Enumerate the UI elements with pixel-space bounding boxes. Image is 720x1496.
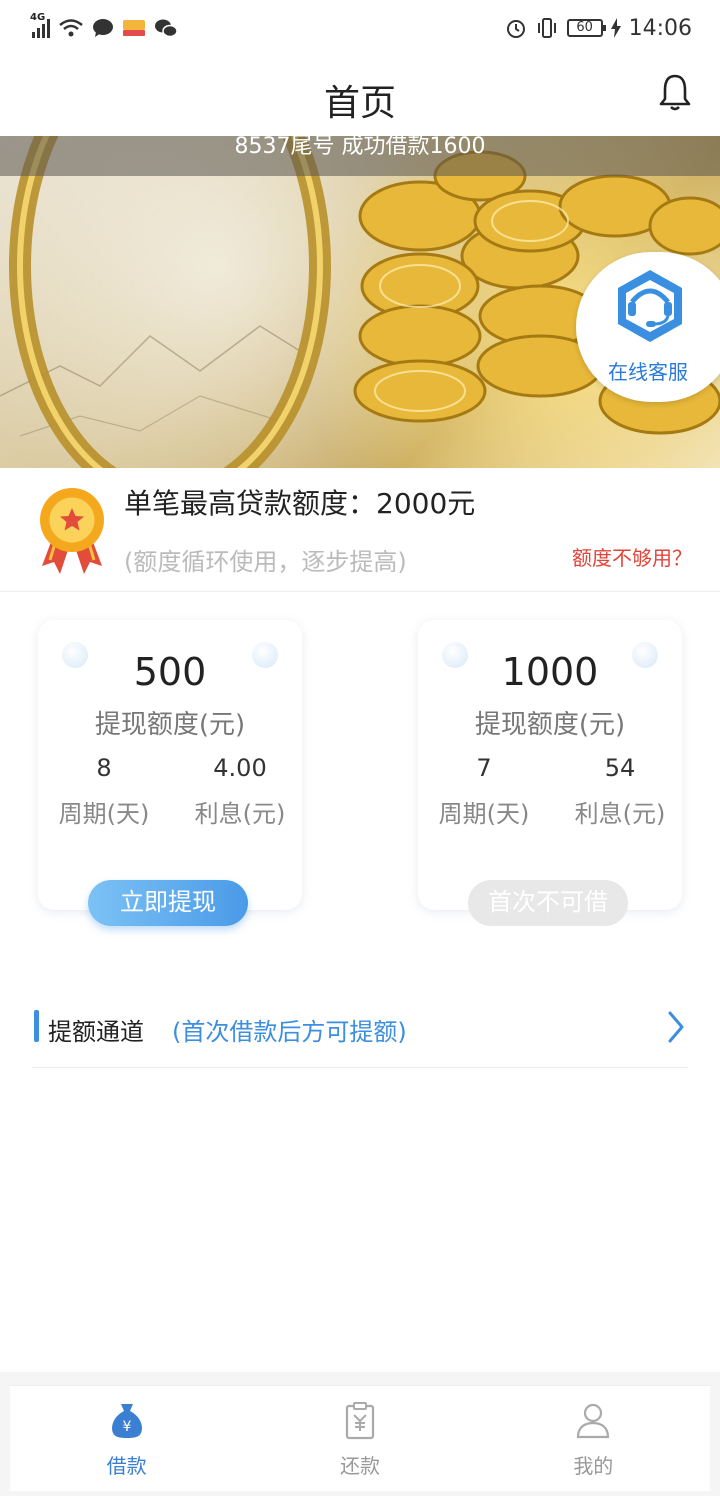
promo-banner[interactable]: 8537尾号 成功借款1600 在线客服 [0,136,720,468]
chat-bubble-icon [93,19,113,37]
interest-value: 4.00 [213,754,267,782]
nav-label-loan: 借款 [106,1454,147,1478]
wifi-icon [59,19,83,37]
battery-indicator: 60 [566,19,606,37]
interest-label: 利息(元) [194,800,286,828]
channel-title: 提额通道 [48,1018,144,1046]
period-label: 周期(天) [58,800,150,828]
charging-icon [610,18,621,38]
online-service-button[interactable]: 在线客服 [576,252,720,402]
customer-service-icon [618,270,682,342]
section-marker [34,1010,39,1042]
app-header: 首页 [0,56,720,136]
ticker-text: 8537尾号 成功借款1600 [234,136,486,159]
medal-icon [40,488,104,574]
status-right-icons: 60 14:06 [505,14,692,42]
loan-option-card: 1000 提现额度(元) 7 周期(天) 54 利息(元) 首次不可借 [418,620,682,926]
interest-value: 54 [604,754,636,782]
network-type: 4G [30,12,46,23]
user-icon [577,1403,610,1439]
nav-label-repay: 还款 [339,1454,380,1478]
nav-item-repay[interactable]: 还款 [243,1386,476,1491]
interest-stat: 4.00 利息(元) [180,754,300,829]
first-loan-unavailable-button[interactable]: 首次不可借 [468,880,628,926]
chevron-right-icon[interactable] [666,1010,686,1044]
bottom-nav: ¥ 借款 还款 我的 [10,1385,710,1491]
period-value: 7 [476,754,492,782]
withdraw-now-button[interactable]: 立即提现 [88,880,248,926]
nav-item-mine[interactable]: 我的 [477,1386,710,1491]
period-value: 8 [96,754,112,782]
limit-insufficient-link[interactable]: 额度不够用？ [572,542,692,571]
max-loan-limit: 单笔最高贷款额度：2000元 [124,487,476,520]
repay-clipboard-icon [345,1402,375,1440]
nav-label-mine: 我的 [573,1454,614,1478]
page-title: 首页 [323,83,396,124]
notification-app-icon [123,20,145,36]
period-stat: 7 周期(天) [424,754,544,829]
money-bag-icon: ¥ [111,1404,142,1438]
online-service-label: 在线客服 [608,360,688,384]
interest-stat: 54 利息(元) [560,754,680,829]
svg-text:¥: ¥ [122,1419,131,1435]
limit-increase-channel[interactable]: 提额通道 (首次借款后方可提额) [32,1000,688,1068]
loan-ticker: 8537尾号 成功借款1600 [0,136,720,176]
limit-note: (额度循环使用，逐步提高) [124,548,407,576]
withdraw-amount: 1000 [501,650,599,694]
withdraw-amount: 500 [133,650,207,694]
withdraw-amount-label: 提现额度(元) [94,710,246,740]
withdraw-amount-label: 提现额度(元) [474,710,626,740]
alarm-icon [506,20,525,38]
wechat-icon [155,19,178,38]
nav-item-loan[interactable]: ¥ 借款 [10,1386,243,1491]
period-label: 周期(天) [438,800,530,828]
loan-option-card: 500 提现额度(元) 8 周期(天) 4.00 利息(元) 立即提现 [38,620,302,926]
bell-icon[interactable] [658,72,692,112]
status-bar: 4G 60 14:06 [0,0,720,56]
interest-label: 利息(元) [574,800,666,828]
loan-limit-section: 单笔最高贷款额度：2000元 (额度循环使用，逐步提高) 额度不够用？ [0,468,720,592]
signal-icon: 4G [30,12,50,38]
vibrate-icon [537,18,556,38]
period-stat: 8 周期(天) [44,754,164,829]
status-left-icons: 4G [30,12,178,42]
clock: 14:06 [628,15,692,41]
channel-note: (首次借款后方可提额) [172,1018,407,1046]
